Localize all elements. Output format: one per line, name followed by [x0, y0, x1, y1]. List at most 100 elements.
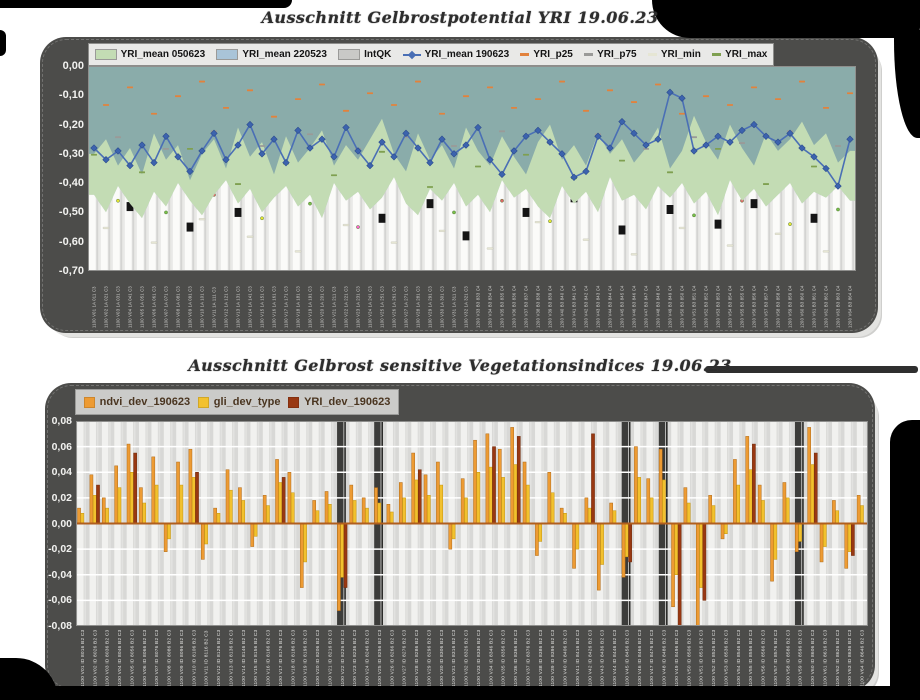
- svg-text:1100 V27 ID 8276 B2 C3: 1100 V27 ID 8276 B2 C3: [402, 629, 408, 687]
- svg-text:1100 V60 ID 8606 B2 C3: 1100 V60 ID 8606 B2 C3: [810, 629, 816, 687]
- svg-text:1100 V20 ID 8206 B2 C3: 1100 V20 ID 8206 B2 C3: [315, 629, 321, 687]
- chart1-plot-area: [88, 66, 856, 271]
- legend-label: YRI_mean 050623: [121, 49, 206, 60]
- legend-item: YRI_p75: [584, 49, 636, 60]
- legend-label: ndvi_dev_190623: [100, 396, 191, 408]
- svg-text:1200 V36 B3 836 C4: 1200 V36 B3 836 C4: [512, 285, 517, 328]
- y-axis-tick-label: -0,20: [42, 119, 84, 131]
- svg-text:1100 V32 1A 321 C3: 1100 V32 1A 321 C3: [464, 286, 469, 328]
- svg-text:1100 V09 1A 091 C3: 1100 V09 1A 091 C3: [188, 286, 193, 328]
- svg-text:1200 V60 B3 860 C4: 1200 V60 B3 860 C4: [800, 285, 805, 328]
- svg-text:1100 V11 1A 111 C3: 1100 V11 1A 111 C3: [212, 287, 217, 328]
- svg-text:1100 V49 ID 8496 B2 C3: 1100 V49 ID 8496 B2 C3: [674, 629, 680, 687]
- y-axis-tick-label: 0,08: [46, 415, 72, 427]
- svg-text:1100 V11 ID 8116 B2 C3: 1100 V11 ID 8116 B2 C3: [204, 630, 210, 687]
- legend-item: YRI_mean 190623: [403, 49, 510, 60]
- svg-text:1100 V34 ID 8346 B2 C3: 1100 V34 ID 8346 B2 C3: [488, 629, 494, 687]
- svg-text:1100 V42 ID 8426 B2 C3: 1100 V42 ID 8426 B2 C3: [587, 629, 593, 687]
- chart1-frame: YRI_mean 050623 YRI_mean 220523 IntQK YRI_m…: [40, 37, 878, 333]
- svg-text:1100 V23 1A 231 C3: 1100 V23 1A 231 C3: [356, 286, 361, 328]
- chart2-frame: ndvi_dev_190623gli_dev_typeYRI_dev_19062…: [45, 383, 875, 691]
- svg-text:1100 V37 ID 8376 B2 C3: 1100 V37 ID 8376 B2 C3: [525, 629, 531, 687]
- svg-text:1100 V08 1A 081 C3: 1100 V08 1A 081 C3: [176, 286, 181, 328]
- legend-swatch-area-icon: [95, 49, 117, 60]
- legend-swatch-dash-icon: [712, 53, 721, 56]
- svg-text:1100 V44 ID 8446 B2 C3: 1100 V44 ID 8446 B2 C3: [612, 629, 618, 687]
- y-axis-tick-label: -0,04: [46, 569, 72, 581]
- y-axis-tick-label: -0,60: [42, 236, 84, 248]
- svg-text:1100 V08 ID 8086 B2 C3: 1100 V08 ID 8086 B2 C3: [167, 629, 173, 687]
- legend-swatch-area-icon: [216, 49, 238, 60]
- svg-text:1100 V52 ID 8526 B2 C3: 1100 V52 ID 8526 B2 C3: [711, 629, 717, 687]
- legend-swatch-line-diamond-icon: [403, 51, 421, 59]
- legend-swatch-square-icon: [288, 397, 299, 408]
- chart2-x-axis-labels: 1100 V01 ID 8016 B2 C31100 V02 ID 8026 B…: [76, 628, 868, 688]
- y-axis-tick-label: 0,00: [42, 60, 84, 72]
- svg-text:1200 V57 B3 857 C4: 1200 V57 B3 857 C4: [764, 285, 769, 328]
- svg-text:1100 V07 ID 8076 B2 C3: 1100 V07 ID 8076 B2 C3: [154, 629, 160, 687]
- svg-text:1100 V06 ID 8066 B2 C3: 1100 V06 ID 8066 B2 C3: [142, 629, 148, 687]
- legend-swatch-dash-icon: [584, 53, 593, 56]
- photo-shadow-left-sliver: [0, 30, 6, 56]
- y-axis-tick-label: 0,02: [46, 492, 72, 504]
- svg-text:1100 V01 1A 011 C3: 1100 V01 1A 011 C3: [92, 286, 97, 328]
- svg-text:1100 V62 ID 8626 B2 C3: 1100 V62 ID 8626 B2 C3: [835, 629, 841, 687]
- svg-text:1100 V29 1A 291 C3: 1100 V29 1A 291 C3: [428, 286, 433, 328]
- chart2-title: Ausschnitt Gelbrost sensitive Vegetation…: [0, 356, 920, 375]
- svg-text:1100 V30 ID 8306 B2 C3: 1100 V30 ID 8306 B2 C3: [439, 629, 445, 687]
- svg-text:1100 V04 1A 041 C3: 1100 V04 1A 041 C3: [128, 286, 133, 328]
- screenshot-root: Ausschnitt Gelbrostpotential YRI 19.06.2…: [0, 0, 920, 700]
- chart1-legend: YRI_mean 050623 YRI_mean 220523 IntQK YRI_m…: [88, 43, 774, 66]
- legend-item: ndvi_dev_190623: [84, 396, 191, 408]
- svg-text:1100 V02 ID 8026 B2 C3: 1100 V02 ID 8026 B2 C3: [92, 629, 98, 687]
- svg-text:1200 V64 B3 864 C4: 1200 V64 B3 864 C4: [848, 285, 853, 328]
- legend-diamond-icon: [407, 50, 415, 58]
- photo-shadow-bottom: [55, 686, 920, 700]
- legend-label: YRI_p25: [533, 49, 572, 60]
- svg-text:1100 V39 ID 8396 B2 C3: 1100 V39 ID 8396 B2 C3: [550, 629, 556, 687]
- svg-text:1100 V17 ID 8176 B2 C3: 1100 V17 ID 8176 B2 C3: [278, 629, 284, 687]
- svg-text:1100 V24 1A 241 C3: 1100 V24 1A 241 C3: [368, 286, 373, 328]
- svg-text:1100 V59 ID 8596 B2 C3: 1100 V59 ID 8596 B2 C3: [798, 629, 804, 687]
- legend-item: IntQK: [338, 49, 391, 60]
- svg-text:1100 V14 1A 141 C3: 1100 V14 1A 141 C3: [248, 286, 253, 328]
- legend-item: gli_dev_type: [198, 396, 281, 408]
- y-axis-tick-label: -0,06: [46, 594, 72, 606]
- svg-text:1100 V10 1A 101 C3: 1100 V10 1A 101 C3: [200, 286, 205, 328]
- svg-text:1100 V48 ID 8486 B2 C3: 1100 V48 ID 8486 B2 C3: [662, 629, 668, 687]
- svg-text:1200 V33 B3 833 C4: 1200 V33 B3 833 C4: [476, 285, 481, 328]
- svg-text:1100 V33 ID 8336 B2 C3: 1100 V33 ID 8336 B2 C3: [476, 629, 482, 687]
- svg-text:1200 V38 B3 838 C4: 1200 V38 B3 838 C4: [536, 285, 541, 328]
- chart2-legend: ndvi_dev_190623gli_dev_typeYRI_dev_19062…: [75, 389, 399, 415]
- legend-label: YRI_p75: [597, 49, 636, 60]
- svg-text:1100 V26 ID 8266 B2 C3: 1100 V26 ID 8266 B2 C3: [389, 629, 395, 687]
- y-axis-tick-label: -0,08: [46, 620, 72, 632]
- svg-text:1100 V50 ID 8506 B2 C3: 1100 V50 ID 8506 B2 C3: [686, 629, 692, 687]
- svg-text:1100 V63 ID 8636 B2 C3: 1100 V63 ID 8636 B2 C3: [847, 629, 853, 687]
- y-axis-tick-label: -0,40: [42, 177, 84, 189]
- svg-text:1200 V35 B3 835 C4: 1200 V35 B3 835 C4: [500, 285, 505, 328]
- svg-text:1100 V23 ID 8236 B2 C3: 1100 V23 ID 8236 B2 C3: [352, 629, 358, 687]
- svg-text:1100 V15 1A 151 C3: 1100 V15 1A 151 C3: [260, 286, 265, 328]
- svg-text:1100 V64 ID 8646 B2 C3: 1100 V64 ID 8646 B2 C3: [860, 629, 866, 687]
- svg-text:1100 V32 ID 8326 B2 C3: 1100 V32 ID 8326 B2 C3: [464, 629, 470, 687]
- legend-label: YRI_mean 220523: [242, 49, 327, 60]
- svg-text:1200 V34 B3 834 C4: 1200 V34 B3 834 C4: [488, 285, 493, 328]
- legend-label: IntQK: [364, 49, 391, 60]
- legend-item: YRI_min: [648, 49, 701, 60]
- y-axis-tick-label: 0,00: [46, 518, 72, 530]
- svg-text:1200 V42 B3 842 C4: 1200 V42 B3 842 C4: [584, 285, 589, 328]
- photo-shadow-right-upper: [894, 30, 920, 138]
- svg-text:1100 V09 ID 8096 B2 C3: 1100 V09 ID 8096 B2 C3: [179, 629, 185, 687]
- svg-text:1100 V15 ID 8156 B2 C3: 1100 V15 ID 8156 B2 C3: [253, 629, 259, 687]
- svg-text:1200 V61 B3 861 C4: 1200 V61 B3 861 C4: [812, 285, 817, 328]
- svg-text:1100 V35 ID 8356 B2 C3: 1100 V35 ID 8356 B2 C3: [501, 629, 507, 687]
- svg-text:1200 V45 B3 845 C4: 1200 V45 B3 845 C4: [620, 285, 625, 328]
- svg-text:1100 V14 ID 8146 B2 C3: 1100 V14 ID 8146 B2 C3: [241, 629, 247, 687]
- y-axis-tick-label: 0,06: [46, 441, 72, 453]
- svg-text:1100 V21 ID 8216 B2 C3: 1100 V21 ID 8216 B2 C3: [327, 629, 333, 687]
- svg-text:1100 V47 ID 8476 B2 C3: 1100 V47 ID 8476 B2 C3: [649, 629, 655, 687]
- legend-item: YRI_p25: [520, 49, 572, 60]
- svg-text:1100 V07 1A 071 C3: 1100 V07 1A 071 C3: [164, 286, 169, 328]
- legend-label: gli_dev_type: [214, 396, 281, 408]
